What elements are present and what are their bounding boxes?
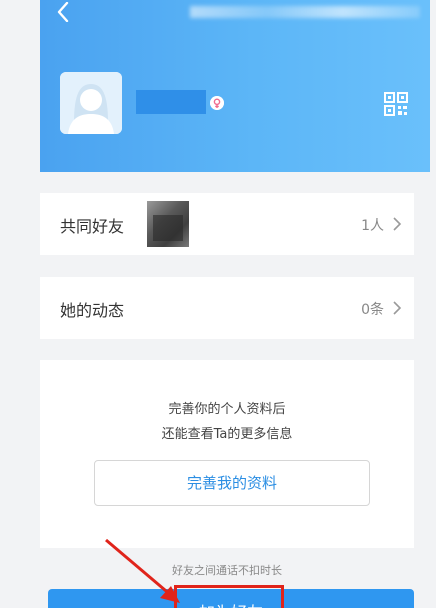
complete-profile-button[interactable]: 完善我的资料 <box>94 460 370 506</box>
chevron-left-icon[interactable] <box>54 2 74 22</box>
info-line-2: 还能查看Ta的更多信息 <box>161 427 293 442</box>
complete-profile-card: 完善你的个人资料后 还能查看Ta的更多信息 完善我的资料 <box>40 360 414 548</box>
call-notice: 好友之间通话不扣时长 <box>172 564 282 577</box>
blurred-title <box>190 6 420 18</box>
mutual-friends-row[interactable]: 共同好友 1人 <box>40 193 414 255</box>
mutual-friends-label: 共同好友 <box>60 217 125 236</box>
chevron-right-icon <box>393 217 402 231</box>
annotation-arrow-icon <box>105 538 180 603</box>
her-posts-label: 她的动态 <box>60 301 125 320</box>
redacted-name <box>136 90 206 114</box>
her-posts-row[interactable]: 她的动态 0条 <box>40 277 414 339</box>
info-line-1: 完善你的个人资料后 <box>168 402 286 417</box>
her-posts-count: 0条 <box>361 302 384 318</box>
avatar[interactable] <box>60 72 122 134</box>
female-avatar-icon <box>60 72 122 134</box>
profile-header <box>40 0 430 172</box>
friend-avatar-thumbnail <box>147 201 189 247</box>
female-icon <box>210 96 224 110</box>
chevron-right-icon <box>393 301 402 315</box>
annotation-highlight-box <box>174 585 284 608</box>
mutual-friends-count: 1人 <box>361 218 384 234</box>
qr-code-icon[interactable] <box>383 91 409 117</box>
